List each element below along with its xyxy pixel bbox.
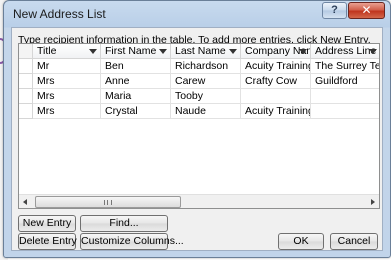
column-header-label: Last Name xyxy=(175,45,226,57)
chevron-down-icon[interactable] xyxy=(369,49,377,54)
cell-last-name[interactable]: Tooby xyxy=(171,89,241,104)
column-header-title[interactable]: Title xyxy=(33,44,101,59)
cell-title[interactable]: Mrs xyxy=(33,104,101,119)
table-row[interactable]: Mrs Crystal Naude Acuity Training xyxy=(19,104,379,119)
cell-address-line-1[interactable] xyxy=(311,104,379,119)
column-header-last-name[interactable]: Last Name xyxy=(171,44,241,59)
table-row[interactable]: Mrs Maria Tooby xyxy=(19,89,379,104)
scroll-right-button[interactable] xyxy=(365,196,379,208)
cell-title[interactable]: Mrs xyxy=(33,89,101,104)
delete-entry-button[interactable]: Delete Entry xyxy=(18,233,77,250)
chevron-down-icon[interactable] xyxy=(299,49,307,54)
cell-last-name[interactable]: Naude xyxy=(171,104,241,119)
close-button[interactable]: ✕ xyxy=(348,2,385,19)
column-header-first-name[interactable]: First Name xyxy=(101,44,171,59)
help-button[interactable]: ? xyxy=(322,2,347,19)
find-button[interactable]: Find... xyxy=(80,215,168,232)
scrollbar-thumb[interactable] xyxy=(35,196,181,208)
cell-company-name[interactable]: Acuity Training xyxy=(241,104,311,119)
address-table: Title First Name Last Name Company Name … xyxy=(18,43,380,209)
horizontal-scrollbar[interactable] xyxy=(19,194,379,208)
cell-address-line-1[interactable] xyxy=(311,89,379,104)
chevron-down-icon[interactable] xyxy=(89,49,97,54)
column-header-address-line-1[interactable]: Address Line 1 xyxy=(311,44,379,59)
window-title: New Address List xyxy=(13,7,106,21)
column-header-company-name[interactable]: Company Name xyxy=(241,44,311,59)
cell-address-line-1[interactable]: The Surrey Tec... xyxy=(311,59,379,74)
grip-icon xyxy=(104,200,112,205)
ok-button[interactable]: OK xyxy=(278,233,324,250)
column-header-label: First Name xyxy=(105,45,157,57)
row-selector[interactable] xyxy=(19,59,33,74)
cell-company-name[interactable]: Crafty Cow xyxy=(241,74,311,89)
table-header: Title First Name Last Name Company Name … xyxy=(19,44,379,59)
table-row[interactable]: Mr Ben Richardson Acuity Training... The… xyxy=(19,59,379,74)
cell-last-name[interactable]: Carew xyxy=(171,74,241,89)
new-address-list-dialog: New Address List ? ✕ Type recipient info… xyxy=(3,0,391,258)
new-entry-button[interactable]: New Entry xyxy=(18,215,76,232)
title-bar[interactable]: New Address List ? ✕ xyxy=(4,1,390,25)
scroll-left-button[interactable] xyxy=(19,196,33,208)
chevron-down-icon[interactable] xyxy=(229,49,237,54)
row-selector[interactable] xyxy=(19,74,33,89)
chevron-down-icon[interactable] xyxy=(159,49,167,54)
arrow-left-icon xyxy=(23,199,27,205)
row-selector[interactable] xyxy=(19,104,33,119)
select-all-cell[interactable] xyxy=(19,44,33,59)
cell-title[interactable]: Mr xyxy=(33,59,101,74)
cell-address-line-1[interactable]: Guildford xyxy=(311,74,379,89)
cell-company-name[interactable] xyxy=(241,89,311,104)
row-selector[interactable] xyxy=(19,89,33,104)
cell-first-name[interactable]: Maria xyxy=(101,89,171,104)
cancel-button[interactable]: Cancel xyxy=(330,233,378,250)
cell-first-name[interactable]: Anne xyxy=(101,74,171,89)
arrow-right-icon xyxy=(371,199,375,205)
table-row[interactable]: Mrs Anne Carew Crafty Cow Guildford xyxy=(19,74,379,89)
cell-company-name[interactable]: Acuity Training... xyxy=(241,59,311,74)
dialog-body: Type recipient information in the table.… xyxy=(11,27,383,251)
customize-columns-button[interactable]: Customize Columns... xyxy=(80,233,184,250)
cell-first-name[interactable]: Crystal xyxy=(101,104,171,119)
cell-last-name[interactable]: Richardson xyxy=(171,59,241,74)
cell-first-name[interactable]: Ben xyxy=(101,59,171,74)
cell-title[interactable]: Mrs xyxy=(33,74,101,89)
column-header-label: Title xyxy=(37,45,57,57)
